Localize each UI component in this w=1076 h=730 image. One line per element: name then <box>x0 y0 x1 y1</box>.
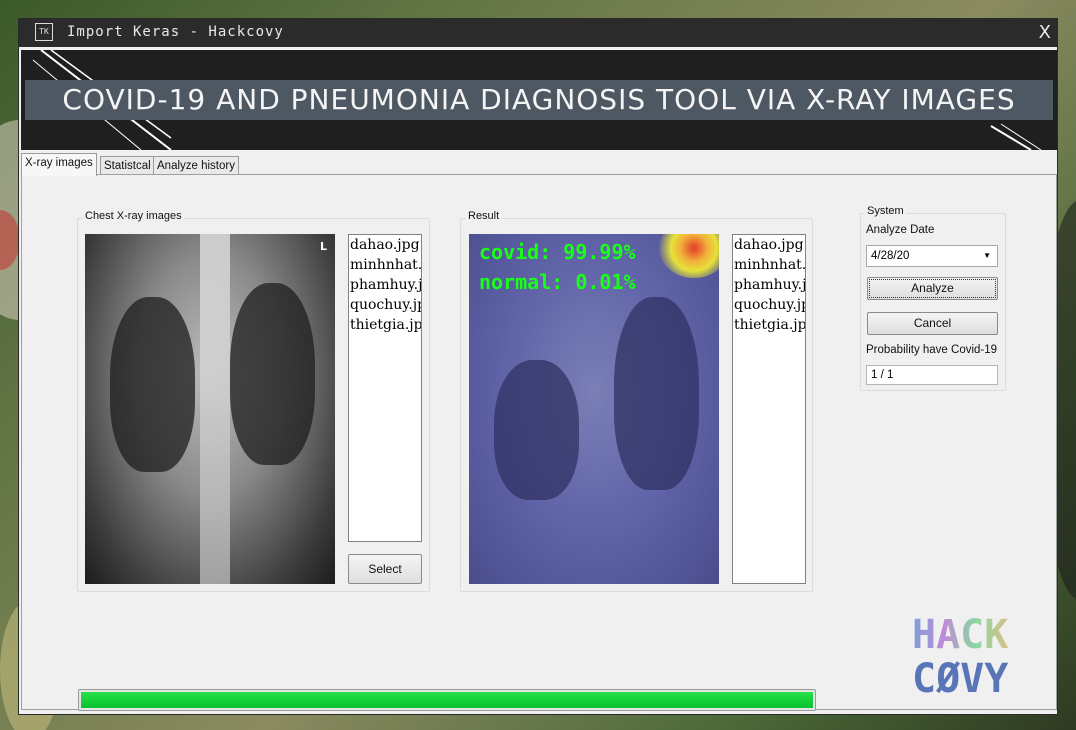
list-item[interactable]: minhnhat.jpg <box>349 255 421 275</box>
probability-field[interactable]: 1 / 1 <box>866 365 998 385</box>
select-button[interactable]: Select <box>348 554 422 584</box>
tab-analyze-history[interactable]: Analyze history <box>153 156 239 176</box>
list-item[interactable]: thietgia.jpg <box>733 315 805 335</box>
analysis-progress-bar <box>78 689 816 711</box>
hackcovy-logo: HACK CØVY <box>912 613 1008 701</box>
list-item[interactable]: phamhuy.jpg <box>349 275 421 295</box>
analyze-date-label: Analyze Date <box>866 224 935 236</box>
chest-file-list[interactable]: dahao.jpg minhnhat.jpg phamhuy.jpg quoch… <box>348 234 422 542</box>
chest-xray-image: L <box>85 234 335 584</box>
banner-heading: COVID-19 AND PNEUMONIA DIAGNOSIS TOOL VI… <box>62 83 1016 116</box>
analyze-date-value: 4/28/20 <box>871 250 910 262</box>
logo-line-1: HACK <box>912 612 1009 658</box>
header-banner: COVID-19 AND PNEUMONIA DIAGNOSIS TOOL VI… <box>21 50 1057 150</box>
list-item[interactable]: minhnhat.jpg <box>733 255 805 275</box>
cancel-button[interactable]: Cancel <box>867 312 998 335</box>
analyze-button[interactable]: Analyze <box>867 277 998 300</box>
covid-probability-text: covid: 99.99% <box>479 240 636 264</box>
result-file-list[interactable]: dahao.jpg minhnhat.jpg phamhuy.jpg quoch… <box>732 234 806 584</box>
list-item[interactable]: dahao.jpg <box>733 235 805 255</box>
list-item[interactable]: quochuy.jpg <box>349 295 421 315</box>
close-button[interactable]: X <box>1039 22 1051 43</box>
window-title: Import Keras - Hackcovy <box>67 24 284 40</box>
tab-statistical[interactable]: Statistcal <box>100 156 155 176</box>
list-item[interactable]: dahao.jpg <box>349 235 421 255</box>
analyze-date-select[interactable]: 4/28/20 ▼ <box>866 245 998 267</box>
app-window: TK Import Keras - Hackcovy X COVID-19 AN… <box>18 18 1058 715</box>
probability-label: Probability have Covid-19 <box>866 344 998 356</box>
chevron-down-icon[interactable]: ▼ <box>983 246 991 266</box>
progress-fill <box>81 692 813 708</box>
title-bar[interactable]: TK Import Keras - Hackcovy X <box>19 19 1057 47</box>
tk-icon: TK <box>35 23 53 41</box>
list-item[interactable]: thietgia.jpg <box>349 315 421 335</box>
heatmap-hotspot <box>659 234 719 278</box>
system-label: System <box>865 205 906 217</box>
result-heatmap-image: covid: 99.99% normal: 0.01% <box>469 234 719 584</box>
normal-probability-text: normal: 0.01% <box>479 270 636 294</box>
xray-side-marker: L <box>319 240 327 253</box>
list-item[interactable]: phamhuy.jpg <box>733 275 805 295</box>
tab-xray-images[interactable]: X-ray images <box>21 153 97 176</box>
list-item[interactable]: quochuy.jpg <box>733 295 805 315</box>
tab-content: Chest X-ray images L dahao.jpg minhnhat.… <box>21 174 1057 711</box>
result-label: Result <box>466 210 502 222</box>
logo-line-2: CØVY <box>912 656 1009 702</box>
chest-xray-label: Chest X-ray images <box>83 210 184 222</box>
